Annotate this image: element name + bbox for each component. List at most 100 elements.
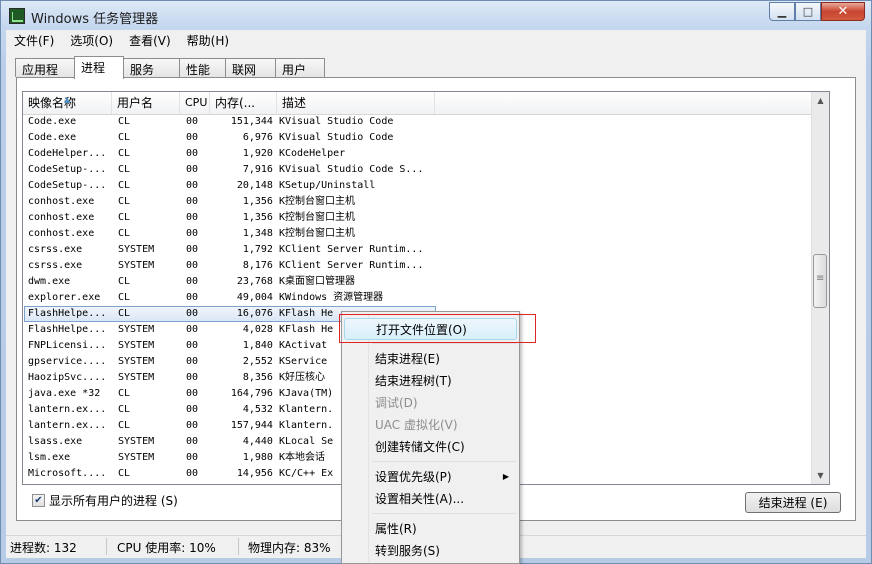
menu-end-process[interactable]: 结束进程(E)	[344, 348, 517, 370]
cell-user-name: CL	[118, 212, 131, 223]
list-header: 映像名称 ▲ 用户名 CPU 内存(... 描述	[23, 92, 813, 115]
close-icon: ✕	[837, 4, 849, 19]
menu-end-process-tree[interactable]: 结束进程树(T)	[344, 370, 517, 392]
cell-user-name: CL	[118, 164, 131, 175]
cell-memory: 164,796 K	[230, 388, 285, 399]
cell-image-name: lantern.ex...	[28, 404, 107, 415]
cell-user-name: SYSTEM	[118, 324, 155, 335]
table-row[interactable]: conhost.exe CL 00 1,348 K 控制台窗口主机	[23, 226, 813, 242]
cell-memory: 6,976 K	[242, 132, 285, 143]
table-row[interactable]: Code.exe CL 00 151,344 K Visual Studio Code	[23, 114, 813, 130]
cell-cpu: 00	[186, 436, 199, 447]
cell-memory: 8,176 K	[242, 260, 285, 271]
tab-performance[interactable]: 性能	[179, 58, 226, 77]
cell-cpu: 00	[186, 228, 199, 239]
scrollbar-thumb[interactable]	[813, 254, 827, 308]
menu-go-to-service[interactable]: 转到服务(S)	[344, 540, 517, 562]
cell-image-name: CodeSetup-...	[28, 180, 107, 191]
cell-cpu: 00	[186, 196, 199, 207]
table-row[interactable]: conhost.exe CL 00 1,356 K 控制台窗口主机	[23, 194, 813, 210]
menu-file[interactable]: 文件(F)	[6, 32, 62, 49]
cell-image-name: Code.exe	[28, 132, 77, 143]
cell-cpu: 00	[186, 180, 199, 191]
close-button[interactable]: ✕	[821, 2, 865, 21]
cell-description: Setup/Uninstall	[285, 180, 376, 191]
table-row[interactable]: dwm.exe CL 00 23,768 K 桌面窗口管理器	[23, 274, 813, 290]
cell-description: 控制台窗口主机	[285, 212, 355, 223]
column-cpu[interactable]: CPU	[180, 92, 210, 114]
cell-cpu: 00	[186, 340, 199, 351]
cell-user-name: SYSTEM	[118, 340, 155, 351]
minimize-button[interactable]: ▁	[769, 2, 795, 21]
menu-help[interactable]: 帮助(H)	[179, 32, 237, 49]
cell-cpu: 00	[186, 420, 199, 431]
menu-set-priority-label: 设置优先级(P)	[375, 470, 452, 484]
show-all-users-checkbox[interactable]: ✔ 显示所有用户的进程 (S)	[32, 492, 178, 509]
cell-memory: 16,076 K	[236, 308, 285, 319]
cell-memory: 4,532 K	[242, 404, 285, 415]
cell-cpu: 00	[186, 148, 199, 159]
context-menu: 打开文件位置(O) 结束进程(E) 结束进程树(T) 调试(D) UAC 虚拟化…	[341, 311, 520, 564]
cell-memory: 1,348 K	[242, 228, 285, 239]
scroll-down-icon[interactable]: ▼	[812, 467, 829, 484]
cell-user-name: SYSTEM	[118, 452, 155, 463]
cell-user-name: CL	[118, 132, 131, 143]
minimize-icon: ▁	[777, 5, 787, 18]
title-bar[interactable]: Windows 任务管理器 ▁ □ ✕	[1, 1, 871, 31]
cell-user-name: CL	[118, 196, 131, 207]
table-row[interactable]: csrss.exe SYSTEM 00 8,176 K Client Server Ru…	[23, 258, 813, 274]
cell-memory: 1,792 K	[242, 244, 285, 255]
menu-options[interactable]: 选项(O)	[62, 32, 121, 49]
column-user-name[interactable]: 用户名	[112, 92, 180, 114]
cell-description: Visual Studio Code	[285, 116, 394, 127]
tab-services[interactable]: 服务	[123, 58, 180, 77]
cell-image-name: conhost.exe	[28, 196, 95, 207]
cell-user-name: CL	[118, 276, 131, 287]
cell-cpu: 00	[186, 164, 199, 175]
cell-cpu: 00	[186, 388, 199, 399]
menu-set-priority[interactable]: 设置优先级(P) ▶	[344, 466, 517, 488]
tab-networking[interactable]: 联网	[225, 58, 276, 77]
cell-image-name: lsass.exe	[28, 436, 83, 447]
cell-description: Windows 资源管理器	[285, 292, 384, 303]
maximize-button[interactable]: □	[795, 2, 821, 21]
table-row[interactable]: CodeSetup-... CL 00 7,916 K Visual Studio Co…	[23, 162, 813, 178]
table-row[interactable]: Code.exe CL 00 6,976 K Visual Studio Code	[23, 130, 813, 146]
column-image-name[interactable]: 映像名称 ▲	[23, 92, 112, 114]
cell-image-name: gpservice....	[28, 356, 107, 367]
cell-image-name: lantern.ex...	[28, 420, 107, 431]
table-row[interactable]: CodeSetup-... CL 00 20,148 K Setup/Uninstall	[23, 178, 813, 194]
menu-separator	[372, 461, 517, 462]
menu-properties[interactable]: 属性(R)	[344, 518, 517, 540]
cell-user-name: CL	[118, 228, 131, 239]
menu-separator	[372, 513, 517, 514]
cell-user-name: SYSTEM	[118, 372, 155, 383]
table-row[interactable]: conhost.exe CL 00 1,356 K 控制台窗口主机	[23, 210, 813, 226]
menu-set-affinity[interactable]: 设置相关性(A)...	[344, 488, 517, 510]
window-title: Windows 任务管理器	[31, 12, 159, 27]
cell-cpu: 00	[186, 132, 199, 143]
cell-user-name: CL	[118, 148, 131, 159]
checkbox-checked-icon[interactable]: ✔	[32, 494, 45, 507]
end-process-button[interactable]: 结束进程 (E)	[745, 492, 841, 513]
table-row[interactable]: CodeHelper... CL 00 1,920 K CodeHelper	[23, 146, 813, 162]
cell-memory: 4,440 K	[242, 436, 285, 447]
column-description[interactable]: 描述	[277, 92, 435, 114]
cell-user-name: CL	[118, 308, 131, 319]
cell-memory: 151,344 K	[230, 116, 285, 127]
column-memory[interactable]: 内存(...	[210, 92, 277, 114]
tab-applications[interactable]: 应用程序	[15, 58, 75, 94]
scroll-up-icon[interactable]: ▲	[812, 92, 829, 109]
cell-cpu: 00	[186, 356, 199, 367]
cell-memory: 20,148 K	[236, 180, 285, 191]
cell-image-name: csrss.exe	[28, 260, 83, 271]
tab-users[interactable]: 用户	[275, 58, 325, 77]
cell-description: Client Server Runtim...	[285, 244, 424, 255]
table-row[interactable]: csrss.exe SYSTEM 00 1,792 K Client Server Ru…	[23, 242, 813, 258]
menu-view[interactable]: 查看(V)	[121, 32, 179, 49]
cell-cpu: 00	[186, 116, 199, 127]
vertical-scrollbar[interactable]: ▲ ▼	[811, 92, 829, 484]
menu-create-dump[interactable]: 创建转储文件(C)	[344, 436, 517, 458]
tab-processes[interactable]: 进程	[74, 56, 124, 79]
table-row[interactable]: explorer.exe CL 00 49,004 K Windows 资源管理器	[23, 290, 813, 306]
